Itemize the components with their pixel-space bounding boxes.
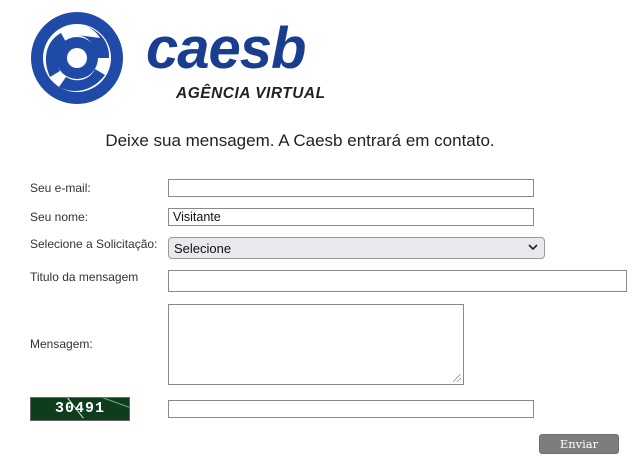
request-selected-value: Selecione bbox=[174, 241, 232, 256]
subject-field[interactable] bbox=[168, 270, 627, 292]
caesb-swirl-icon bbox=[31, 12, 123, 104]
captcha-answer-field[interactable] bbox=[168, 400, 534, 418]
captcha-code: 30491 bbox=[54, 400, 105, 417]
brand-subtitle: AGÊNCIA VIRTUAL bbox=[176, 85, 326, 102]
submit-button[interactable]: Enviar bbox=[539, 434, 619, 454]
brand-name: caesb bbox=[146, 16, 306, 81]
resize-grip-icon[interactable] bbox=[453, 374, 461, 382]
request-select[interactable]: Selecione bbox=[168, 237, 545, 259]
subject-label: Titulo da mensagem bbox=[30, 270, 139, 284]
name-field[interactable] bbox=[168, 208, 534, 226]
email-field[interactable] bbox=[168, 179, 534, 197]
request-label: Selecione a Solicitação: bbox=[30, 237, 158, 251]
message-textarea[interactable] bbox=[168, 304, 464, 385]
message-label: Mensagem: bbox=[30, 337, 93, 351]
captcha-image: 30491 bbox=[30, 397, 130, 421]
name-label: Seu nome: bbox=[30, 210, 89, 224]
intro-text: Deixe sua mensagem. A Caesb entrará em c… bbox=[105, 131, 495, 150]
chevron-down-icon bbox=[527, 240, 539, 257]
email-label: Seu e-mail: bbox=[30, 181, 91, 195]
